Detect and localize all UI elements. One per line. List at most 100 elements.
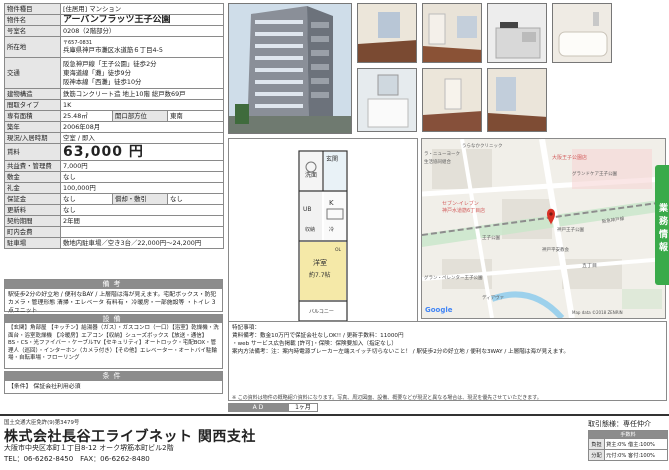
map-label-seven: セブン‐イレブン (442, 200, 479, 207)
location-value: 〒657-0831 兵庫県神戸市灘区水道筋６丁目4-5 (59, 36, 225, 58)
status-value: 空室 / 即入 (59, 132, 225, 144)
map-label-5chome: 五丁目 (582, 263, 597, 269)
footer-divider (0, 414, 669, 416)
plan-label-bath: UB (303, 206, 312, 213)
guarantee-value: なし (60, 193, 113, 205)
name-label: 物件名 (4, 14, 61, 26)
notes-text: 駅徒歩2分の好立地 / 便利なBAY / 上層階は海が見えます。宅配ボックス・防… (8, 292, 217, 314)
plan-label-size: 約7.7帖 (309, 271, 331, 279)
room-photo-2 (422, 3, 482, 63)
map-label-coop: 生活協同組合 (424, 158, 451, 165)
ad-value: 1ヶ月 (288, 403, 318, 412)
plan-label-ol: OL (335, 247, 342, 253)
fee-table: 手数料 負担 貸主:0% 借主:100% 分配 元付:0% 客付:100% (588, 430, 668, 461)
property-spec-table: 物件種目 [住居用] マンション 物件名 アーバンフラッツ王子公園 号室名 02… (4, 3, 225, 249)
facing-value: 東南 (166, 110, 225, 122)
area-value: 25.48㎡ (60, 110, 113, 122)
guarantee-label: 保証金 (4, 193, 61, 205)
map-label-clinic: うらなかクリニック (462, 142, 503, 149)
shikibiki-value: なし (166, 193, 225, 205)
map-copyright: Map data ©2018 ZENRIN (572, 310, 623, 315)
plan-label-kitchen: K (329, 199, 334, 207)
contract-value: 2年間 (59, 215, 225, 227)
layout-value: 1K (59, 99, 225, 111)
insurance-label: 町内会費 (4, 226, 61, 238)
floor-plan: 洗面 玄関 UB K 収納 冷 洋室 約7.7帖 バルコニー OL (228, 138, 418, 329)
renewal-label: 更新料 (4, 204, 61, 216)
location-map[interactable]: うらなかクリニック ラ・ニューヨーク 生活協同組合 大阪王子公園店 グランドケア… (421, 138, 666, 319)
facing-label: 開口部方位 (112, 110, 168, 122)
built-label: 築年 (4, 121, 61, 133)
keymoney-value: 100,000円 (59, 182, 225, 194)
map-label-diava: ディアヴァ (482, 294, 504, 301)
equipment-body: 【玄関】角部屋 【キッチン】給湯器（ガス）・ガスコンロ（一口）【浴室】乾燥機・洗… (4, 323, 223, 369)
transaction-box: 取引態様：専任仲介 手数料 負担 貸主:0% 借主:100% 分配 元付:0% … (588, 419, 668, 461)
map-label-church: 神戸平安教会 (542, 246, 569, 253)
map-label-seven-branch: 神戸水道筋6丁目店 (442, 207, 485, 214)
plan-label-fridge: 冷 (329, 226, 334, 233)
fee-row2-value: 元付:0% 客付:100% (604, 449, 668, 461)
equipment-text: 【玄関】角部屋 【キッチン】給湯器（ガス）・ガスコンロ（一口）【浴室】乾燥機・洗… (8, 325, 219, 361)
layout-label: 間取タイプ (4, 99, 61, 111)
room-value: 0208（2階部分） (59, 25, 225, 37)
map-label-oji: 王子公園 (482, 234, 500, 241)
transaction-type: 取引態様：専任仲介 (588, 420, 651, 428)
transport-label: 交通 (4, 57, 61, 89)
transport-line-1: 阪急神戸線「王子公園」徒歩2分 (63, 59, 157, 68)
plan-label-western-room: 洋室 (313, 258, 327, 267)
transport-line-2: 東海道線「灘」徒歩9分 (63, 68, 131, 77)
bath-photo (552, 3, 612, 63)
room-photo-1 (357, 3, 417, 63)
property-name: アーバンフラッツ王子公園 (59, 14, 225, 26)
fee-header: 手数料 (588, 430, 668, 439)
parking-value: 敷地内駐車場／空き3台／22,000円〜24,200円 (59, 237, 225, 249)
built-value: 2006年08月 (59, 121, 225, 133)
renewal-value: なし (59, 204, 225, 216)
google-logo: Google (425, 306, 453, 314)
deposit-label: 敷金 (4, 171, 61, 183)
kitchen-photo (487, 3, 547, 63)
side-info-tab[interactable]: 業務情報 (655, 165, 669, 285)
remarks-box: 特記事項： 賃料備考：敷金10万円で保証会社なしOK!! / 更新手数料：110… (228, 321, 667, 401)
status-label: 現況/入居時期 (4, 132, 61, 144)
map-label-gran: グラン・ペレンター王子公園 (424, 274, 483, 281)
ad-label: A D (228, 403, 288, 412)
remarks-line-1: 賃料備考：敷金10万円で保証会社なしOK!! / 更新手数料：11000円 (232, 333, 404, 339)
room-label: 号室名 (4, 25, 61, 37)
address: 兵庫県神戸市灘区水道筋６丁目4-5 (63, 46, 163, 54)
plan-label-entrance: 玄関 (326, 155, 338, 163)
disclaimer: ※ この資料は物件の概略紹介資料になります。写真、周辺図面、設備、概要などが現況… (232, 395, 542, 401)
interior-photo-3 (422, 68, 482, 132)
map-label-care: グランドケア王子公園 (572, 170, 617, 177)
deposit-value: なし (59, 171, 225, 183)
company-address: 大阪市中央区本町１丁目8-12 オーク堺筋本町ビル2階 (4, 444, 174, 452)
type-value: [住居用] マンション (59, 3, 225, 15)
company-phone: TEL：06-6262-8450 FAX：06-6262-8480 (4, 455, 150, 463)
building-exterior-photo (228, 3, 352, 134)
conditions-title: 条件 (5, 372, 222, 381)
plan-label-balcony: バルコニー (309, 309, 334, 315)
fee-row2-key: 分配 (588, 449, 605, 461)
keymoney-label: 礼金 (4, 182, 61, 194)
fee-row1-key: 負担 (588, 438, 605, 450)
contract-label: 契約期間 (4, 215, 61, 227)
fee-label: 共益費・管理費 (4, 160, 61, 172)
area-label: 専有面積 (4, 110, 61, 122)
rent-value: 63,000 円 (59, 143, 225, 161)
fee-value: 7,000円 (59, 160, 225, 172)
washroom-photo (357, 68, 417, 132)
map-label-ny: ラ・ニューヨーク (424, 151, 460, 157)
rent-label: 賃料 (4, 143, 61, 161)
remarks-line-3: 案内方法備考：注：案内時電源ブレーカー左端スイッチ切らないこと！ / 駅徒歩2分… (232, 349, 569, 355)
transport-value: 阪急神戸線「王子公園」徒歩2分 東海道線「灘」徒歩9分 阪神本線「西灘」徒歩10… (59, 57, 225, 89)
transport-line-3: 阪神本線「西灘」徒歩10分 (63, 77, 142, 86)
plan-label-washroom: 洗面 (305, 171, 317, 179)
structure-value: 鉄筋コンクリート造 地上10階 総戸数69戸 (59, 88, 225, 100)
location-label: 所在地 (4, 36, 61, 58)
insurance-value (59, 226, 225, 238)
plan-label-storage: 収納 (305, 226, 315, 233)
conditions-text: 【条件】 保証会社利用必須 (8, 384, 81, 390)
notes-box: 備考 駅徒歩2分の好立地 / 便利なBAY / 上層階は海が見えます。宅配ボック… (4, 279, 223, 314)
parking-label: 駐車場 (4, 237, 61, 249)
map-label-store: 大阪王子公園店 (552, 154, 587, 161)
